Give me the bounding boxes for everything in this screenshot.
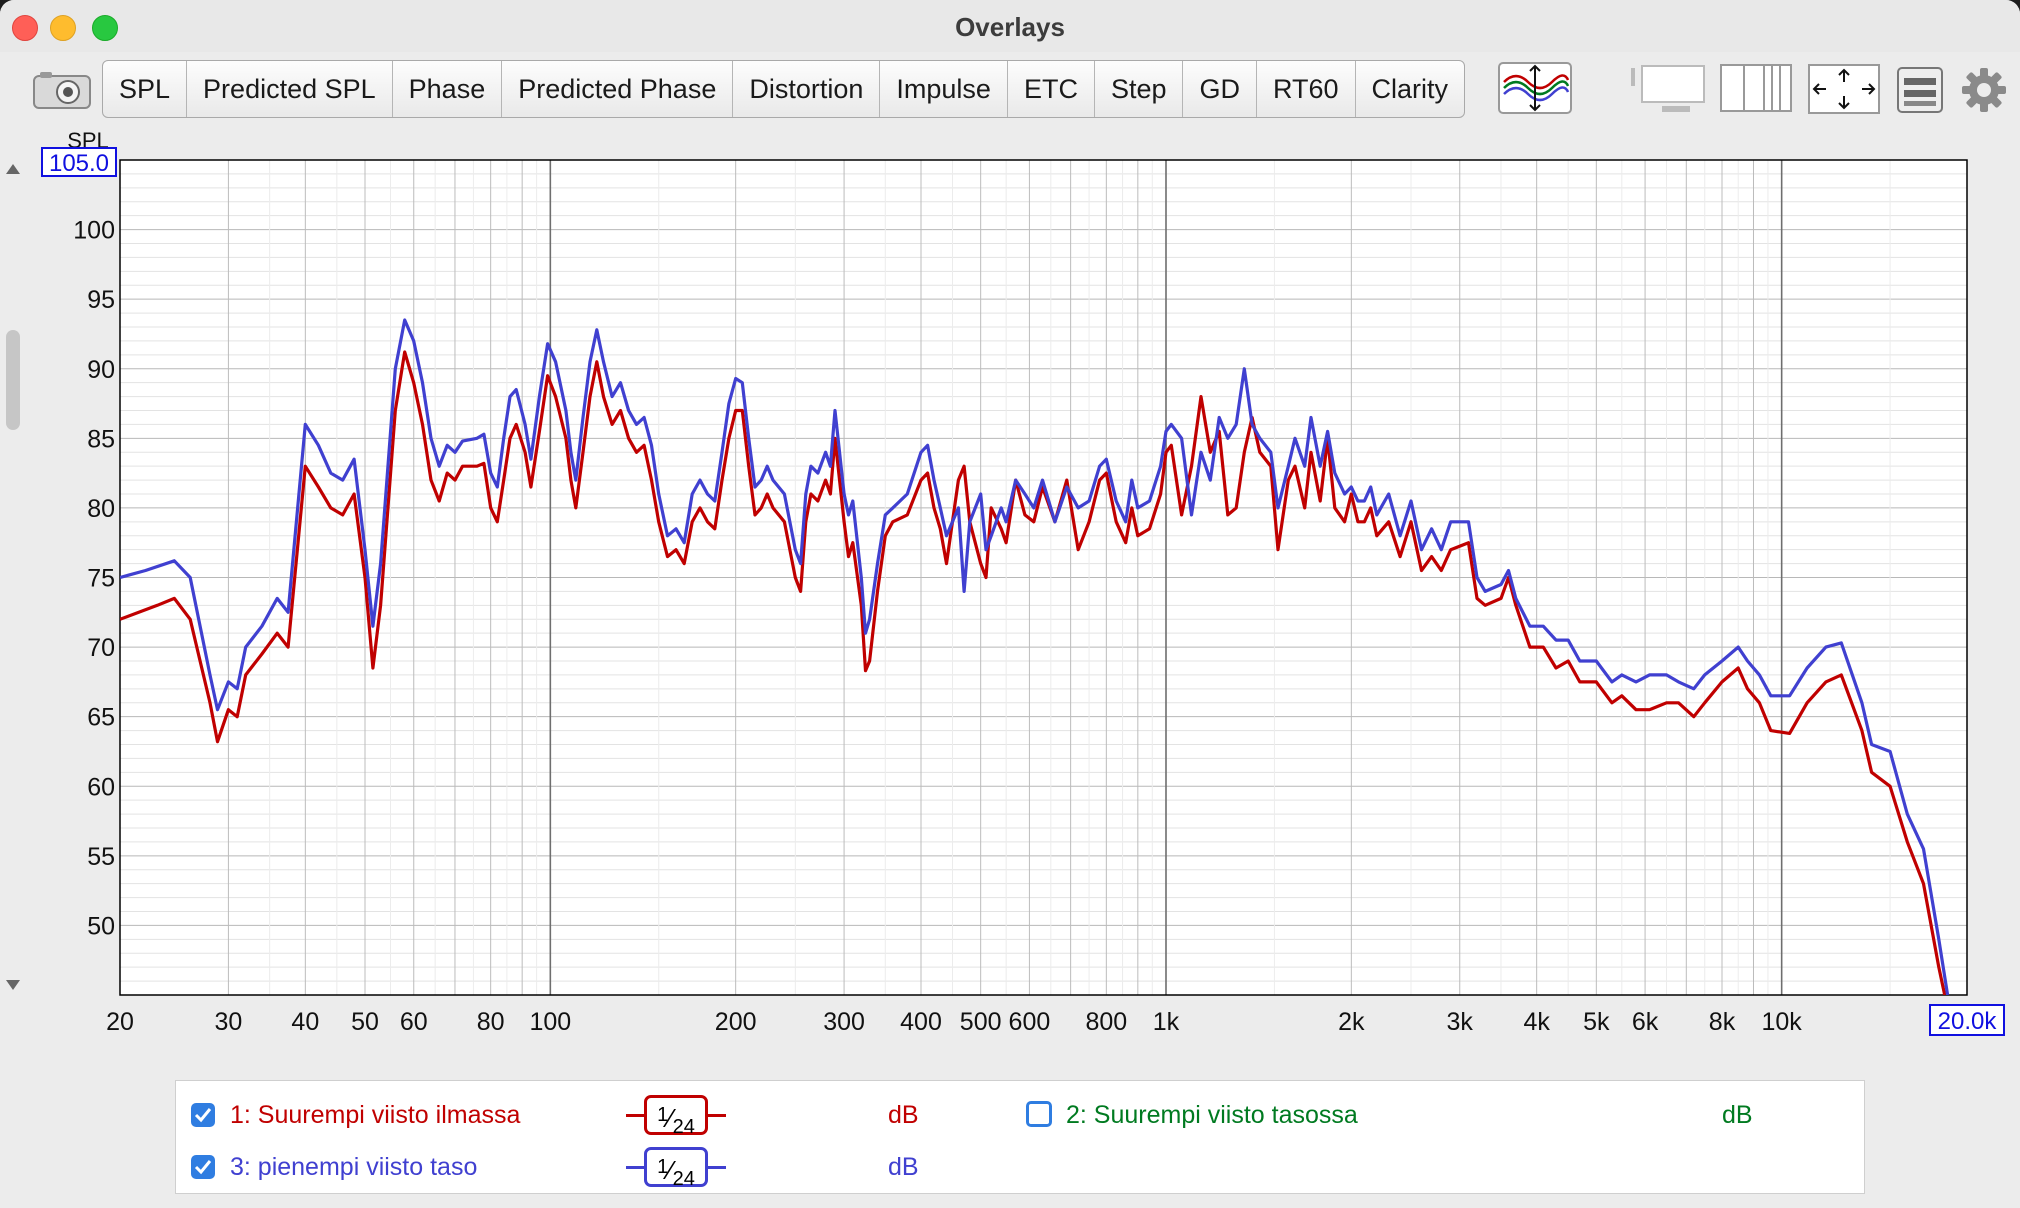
x-tick-label: 4k [1523, 1008, 1550, 1036]
x-tick-label: 10k [1762, 1008, 1803, 1036]
y-tick-label: 75 [87, 565, 115, 593]
x-tick-label: 3k [1447, 1008, 1474, 1036]
x-tick-label: 30 [215, 1008, 243, 1036]
controls-icon[interactable] [1896, 66, 1944, 114]
plot-area[interactable]: 50 55 60 65 70 75 80 85 90 95 100 20 30 40 50 60 80 100 20… [0, 120, 2020, 1065]
single-pane-icon[interactable] [1630, 64, 1708, 114]
overlay-traces-icon[interactable] [1498, 62, 1572, 114]
x-right-value: 20.0k [1938, 1008, 1998, 1035]
tab-rt60[interactable]: RT60 [1257, 61, 1356, 117]
tab-etc[interactable]: ETC [1008, 61, 1095, 117]
tab-spl[interactable]: SPL [103, 61, 188, 117]
trace-2-name: 2: Suurempi viisto tasossa [1066, 1101, 1358, 1129]
x-tick-label: 300 [823, 1008, 865, 1036]
y-tick-label: 95 [87, 286, 115, 314]
x-tick-label: 2k [1338, 1008, 1365, 1036]
x-tick-label: 400 [900, 1008, 942, 1036]
trace-1-checkbox[interactable] [191, 1103, 215, 1127]
trace-1-name: 1: Suurempi viisto ilmassa [230, 1101, 521, 1129]
x-tick-label: 80 [477, 1008, 505, 1036]
x-tick-label: 20 [106, 1008, 134, 1036]
tab-step[interactable]: Step [1095, 61, 1184, 117]
title-bar: Overlays [0, 0, 2020, 52]
multi-pane-icon[interactable] [1720, 64, 1792, 114]
gear-icon[interactable] [1960, 66, 2008, 114]
toolbar: SPL Predicted SPL Phase Predicted Phase … [0, 52, 2020, 120]
tab-gd[interactable]: GD [1183, 61, 1257, 117]
x-tick-label: 6k [1632, 1008, 1659, 1036]
scroll-down-arrow [6, 980, 20, 990]
x-tick-label: 800 [1085, 1008, 1127, 1036]
y-tick-label: 80 [87, 495, 115, 523]
x-tick-label: 600 [1009, 1008, 1051, 1036]
x-tick-label: 5k [1583, 1008, 1610, 1036]
trace-2-unit: dB [1722, 1101, 1753, 1129]
graph-tabs: SPL Predicted SPL Phase Predicted Phase … [102, 60, 1466, 118]
camera-icon[interactable] [32, 70, 92, 110]
y-tick-label: 60 [87, 773, 115, 801]
trace-1-unit: dB [888, 1101, 919, 1129]
x-tick-label: 100 [529, 1008, 571, 1036]
y-tick-label: 65 [87, 704, 115, 732]
y-tick-label: 70 [87, 634, 115, 662]
y-tick-label: 55 [87, 843, 115, 871]
arrows-icon[interactable] [1808, 64, 1880, 114]
window-title: Overlays [955, 12, 1065, 42]
y-tick-label: 100 [73, 217, 115, 245]
tab-predicted-phase[interactable]: Predicted Phase [502, 61, 734, 117]
x-tick-label: 50 [351, 1008, 379, 1036]
vertical-scrollbar-thumb [6, 330, 20, 430]
tab-predicted-spl[interactable]: Predicted SPL [187, 61, 393, 117]
spl-chart[interactable]: 50 55 60 65 70 75 80 85 90 95 100 20 30 40 50 60 80 100 20… [0, 120, 2020, 1065]
trace-3-smoothing-button[interactable]: 1⁄24 [644, 1147, 708, 1190]
x-tick-label: 200 [715, 1008, 757, 1036]
trace-3-name: 3: pienempi viisto taso [230, 1153, 478, 1181]
y-tick-label: 85 [87, 425, 115, 453]
tab-clarity[interactable]: Clarity [1356, 61, 1465, 117]
legend-panel: 1: Suurempi viisto ilmassa 1⁄24 dB 2: Su… [175, 1080, 1865, 1194]
trace-3-checkbox[interactable] [191, 1155, 215, 1179]
trace-3-unit: dB [888, 1153, 919, 1181]
y-top-value: 105.0 [49, 150, 109, 177]
overlays-window: Overlays SPL Predicted SPL Phase Predict… [0, 0, 2020, 1208]
tab-distortion[interactable]: Distortion [733, 61, 881, 117]
scroll-up-arrow [6, 164, 20, 174]
tab-phase[interactable]: Phase [393, 61, 503, 117]
y-tick-label: 90 [87, 356, 115, 384]
x-tick-label: 1k [1153, 1008, 1180, 1036]
x-tick-label: 500 [960, 1008, 1002, 1036]
x-tick-label: 40 [291, 1008, 319, 1036]
y-tick-label: 50 [87, 912, 115, 940]
x-tick-label: 60 [400, 1008, 428, 1036]
trace-1-smoothing-button[interactable]: 1⁄24 [644, 1095, 708, 1138]
x-tick-label: 8k [1709, 1008, 1736, 1036]
tab-impulse[interactable]: Impulse [880, 61, 1008, 117]
trace-2-checkbox[interactable] [1026, 1101, 1052, 1127]
